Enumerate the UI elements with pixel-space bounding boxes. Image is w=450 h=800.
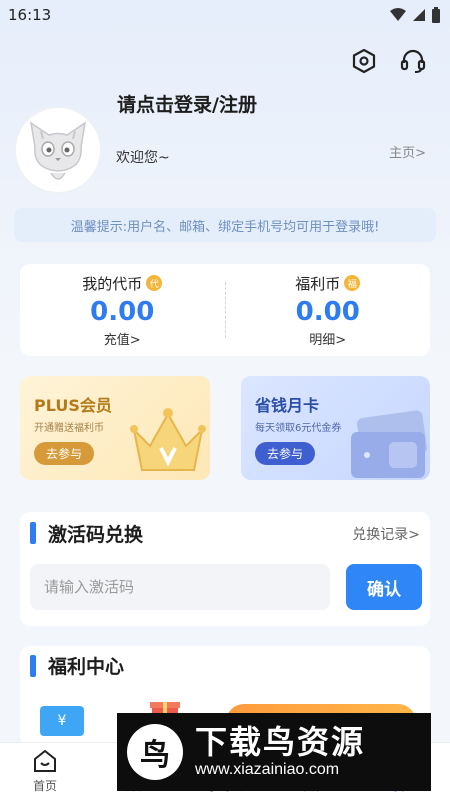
tab-home[interactable]: 首页	[0, 743, 90, 800]
battery-icon	[432, 7, 440, 23]
status-bar: 16:13	[0, 0, 450, 30]
crown-icon	[130, 408, 206, 471]
cat-avatar-icon	[29, 121, 87, 180]
welfare-badge-icon: 福	[344, 275, 361, 291]
wifi-icon	[390, 8, 406, 21]
plus-title: PLUS会员	[34, 396, 112, 415]
settings-button[interactable]	[349, 46, 379, 76]
plus-join-button[interactable]: 去参与	[34, 442, 94, 465]
ticket-symbol: ¥	[57, 713, 67, 729]
section-accent-bar	[30, 522, 36, 544]
redeem-confirm-button[interactable]: 确认	[346, 564, 422, 610]
redeem-history-link[interactable]: 兑换记录>	[352, 524, 420, 544]
details-link[interactable]: 明细>	[309, 329, 346, 348]
card-title: 省钱月卡	[255, 396, 320, 415]
wallet-card: 我的代币 代 0.00 充值> 福利币 福 0.00 明细>	[20, 264, 430, 356]
wallet-card-icon	[351, 410, 427, 478]
welfare-coin-panel[interactable]: 福利币 福 0.00 明细>	[226, 264, 431, 356]
settings-hexagon-icon	[352, 48, 376, 74]
coin-badge-icon: 代	[146, 275, 163, 291]
welfare-coin-label: 福利币	[295, 274, 341, 293]
coupon-ticket-icon[interactable]: ¥	[40, 706, 84, 736]
login-tip-banner: 温馨提示:用户名、邮箱、绑定手机号均可用于登录哦!	[14, 208, 436, 242]
homepage-link[interactable]: 主页>	[389, 142, 426, 161]
avatar[interactable]	[14, 106, 102, 194]
my-coin-value: 0.00	[90, 296, 155, 327]
section-accent-bar	[30, 655, 36, 677]
watermark-banner: 鸟 下载鸟资源 www.xiazainiao.com	[117, 713, 431, 791]
status-time: 16:13	[8, 6, 52, 24]
welcome-text: 欢迎您~	[116, 150, 170, 166]
watermark-title: 下载鸟资源	[195, 723, 366, 762]
home-icon	[32, 748, 58, 774]
tab-home-label: 首页	[32, 779, 57, 793]
plus-subtitle: 开通赠送福利币	[34, 423, 104, 434]
bird-logo-icon: 鸟	[127, 724, 183, 780]
activation-code-input[interactable]	[30, 564, 330, 610]
card-join-button[interactable]: 去参与	[255, 442, 315, 465]
welfare-coin-value: 0.00	[295, 296, 360, 327]
watermark-text: 下载鸟资源 www.xiazainiao.com	[195, 725, 365, 778]
redeem-title: 激活码兑换	[48, 524, 144, 546]
recharge-link[interactable]: 充值>	[104, 329, 141, 348]
welfare-title: 福利中心	[48, 656, 125, 678]
watermark-url: www.xiazainiao.com	[195, 760, 340, 778]
welfare-coin-label-row: 福利币 福	[295, 273, 361, 294]
headset-icon	[400, 49, 426, 73]
status-icons	[390, 7, 440, 23]
my-coin-panel[interactable]: 我的代币 代 0.00 充值>	[20, 264, 225, 356]
customer-service-button[interactable]	[398, 46, 428, 76]
my-coin-label-row: 我的代币 代	[82, 273, 163, 294]
plus-membership-card[interactable]: PLUS会员 开通赠送福利币 去参与	[20, 376, 210, 480]
login-register-link[interactable]: 请点击登录/注册	[117, 90, 257, 117]
redeem-section: 激活码兑换 兑换记录> 确认	[20, 512, 430, 626]
my-coin-label: 我的代币	[82, 274, 143, 293]
signal-icon	[413, 9, 425, 21]
card-subtitle: 每天领取6元代金券	[255, 423, 342, 434]
saving-monthly-card[interactable]: 省钱月卡 每天领取6元代金券 去参与	[241, 376, 430, 480]
